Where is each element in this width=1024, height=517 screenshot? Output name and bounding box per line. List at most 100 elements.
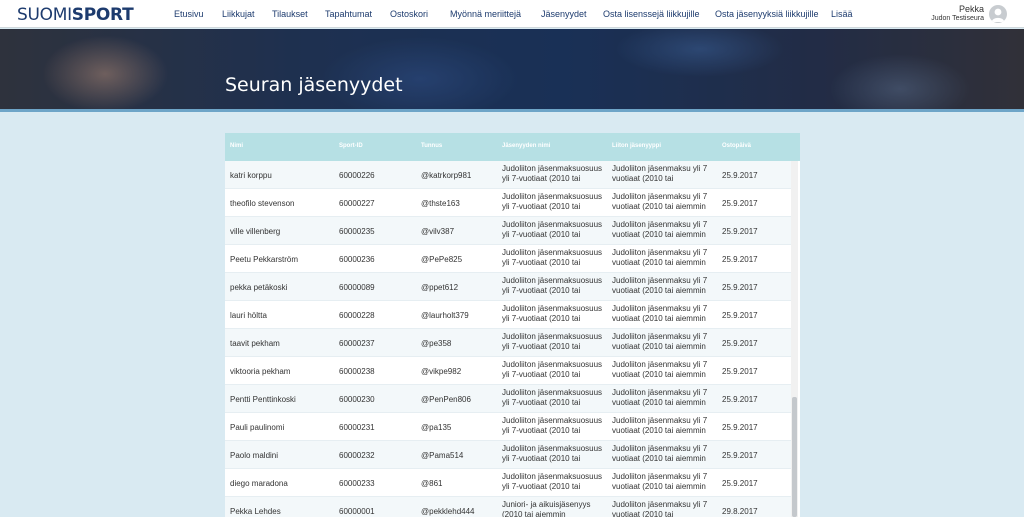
table-cell: Judoliiton jäsenmaksu yli 7 vuotiaat (20… [612,332,708,351]
table-cell: Peetu Pekkarström [230,255,299,264]
table-cell: Pauli paulinomi [230,423,285,432]
table-cell: @vilv387 [421,227,455,236]
table-cell: Judoliiton jäsenmaksuosuus yli 7-vuotiaa… [502,248,603,267]
table-row[interactable]: theofilo stevenson 60000227 @thste163 Judol… [225,189,792,217]
table-cell: Judoliiton jäsenmaksu yli 7 vuotiaat (20… [612,276,708,295]
table-cell: Juniori- ja aikuisjäsenyys (2010 tai aie… [502,500,591,517]
table-row[interactable]: taavit pekham 60000237 @pe358 Judoliiton jä… [225,329,792,357]
nav-item-jäsenyydet[interactable]: Jäsenyydet [541,9,587,19]
table-cell: @thste163 [421,199,460,208]
table-cell: Judoliiton jäsenmaksu yli 7 vuotiaat (20… [612,164,708,183]
hero-divider [0,109,1024,112]
table-row[interactable]: lauri höltta 60000228 @laurholt379 Judoliit… [225,301,792,329]
table-cell: theofilo stevenson [230,199,295,208]
table-cell: 25.9.2017 [722,451,758,460]
table-cell: @katrkorp981 [421,171,472,180]
table-cell: Judoliiton jäsenmaksuosuus yli 7-vuotiaa… [502,220,603,239]
table-cell: Judoliiton jäsenmaksu yli 7 vuotiaat (20… [612,304,708,323]
table-cell: 60000233 [339,479,375,488]
table-cell: Pentti Penttinkoski [230,395,296,404]
table-cell: Judoliiton jäsenmaksu yli 7 vuotiaat (20… [612,500,708,517]
nav-item-tilaukset[interactable]: Tilaukset [272,9,308,19]
table-cell: 60000238 [339,367,375,376]
table-cell: Judoliiton jäsenmaksuosuus yli 7-vuotiaa… [502,388,603,407]
table-cell: @laurholt379 [421,311,469,320]
table-cell: 60000089 [339,283,375,292]
column-header-4[interactable]: Liiton jäsenyyppi [612,143,661,149]
table-row[interactable]: pekka petäkoski 60000089 @ppet612 Judoliito… [225,273,792,301]
memberships-table: Nimi Sport-ID Tunnus Jäsenyyden nimi Liiton … [225,133,800,517]
table-cell: ville villenberg [230,227,281,236]
table-cell: @Pama514 [421,451,464,460]
nav-item-etusivu[interactable]: Etusivu [174,9,204,19]
table-row[interactable]: Pauli paulinomi 60000231 @pa135 Judoliiton … [225,413,792,441]
table-row[interactable]: Paolo maldini 60000232 @Pama514 Judoliiton … [225,441,792,469]
table-row[interactable]: ville villenberg 60000235 @vilv387 Judoliit… [225,217,792,245]
table-cell: 25.9.2017 [722,199,758,208]
table-cell: 60000237 [339,339,375,348]
nav-item-osta-jäsenyyksiä-liikkujille[interactable]: Osta jäsenyyksiä liikkujille [715,9,819,19]
table-cell: @PenPen806 [421,395,471,404]
column-header-0[interactable]: Nimi [230,143,243,149]
table-cell: taavit pekham [230,339,280,348]
table-row[interactable]: Pentti Penttinkoski 60000230 @PenPen806 Jud… [225,385,792,413]
logo-text-suomi: SUOMI [17,5,72,25]
table-cell: Judoliiton jäsenmaksu yli 7 vuotiaat (20… [612,472,708,491]
table-cell: diego maradona [230,479,288,488]
table-cell: 25.9.2017 [722,395,758,404]
table-cell: 60000230 [339,395,375,404]
table-cell: Judoliiton jäsenmaksu yli 7 vuotiaat (20… [612,192,708,211]
suomisport-logo[interactable]: SUOMISPORT [17,5,134,25]
column-header-2[interactable]: Tunnus [421,143,442,149]
table-cell: Pekka Lehdes [230,507,281,516]
avatar[interactable] [989,5,1007,23]
column-header-5[interactable]: Ostopäivä [722,143,751,149]
table-cell: 60000001 [339,507,375,516]
table-cell: 60000232 [339,451,375,460]
nav-item-myönnä-meriittejä[interactable]: Myönnä meriittejä [450,9,521,19]
table-cell: Judoliiton jäsenmaksu yli 7 vuotiaat (20… [612,416,708,435]
nav-item-liikkujat[interactable]: Liikkujat [222,9,255,19]
scrollbar-thumb[interactable] [792,397,797,517]
column-header-3[interactable]: Jäsenyyden nimi [502,143,550,149]
table-cell: @PePe825 [421,255,463,264]
table-cell: 60000226 [339,171,375,180]
table-cell: Judoliiton jäsenmaksu yli 7 vuotiaat (20… [612,388,708,407]
table-cell: 25.9.2017 [722,423,758,432]
table-cell: Judoliiton jäsenmaksuosuus yli 7-vuotiaa… [502,164,603,183]
table-cell: Judoliiton jäsenmaksu yli 7 vuotiaat (20… [612,220,708,239]
nav-item-ostoskori[interactable]: Ostoskori [390,9,428,19]
table-cell: 25.9.2017 [722,255,758,264]
table-row[interactable]: diego maradona 60000233 @861 Judoliiton jäs… [225,469,792,497]
table-cell: 29.8.2017 [722,507,758,516]
table-cell: 25.9.2017 [722,283,758,292]
table-row[interactable]: viktooria pekham 60000238 @vikpe982 Judolii… [225,357,792,385]
table-cell: 60000231 [339,423,375,432]
nav-item-tapahtumat[interactable]: Tapahtumat [325,9,372,19]
table-cell: 60000235 [339,227,375,236]
table-cell: Judoliiton jäsenmaksuosuus yli 7-vuotiaa… [502,304,603,323]
user-name: Pekka [958,4,984,14]
table-cell: Judoliiton jäsenmaksu yli 7 vuotiaat (20… [612,248,708,267]
column-header-1[interactable]: Sport-ID [339,143,363,149]
table-cell: @vikpe982 [421,367,462,376]
table-cell: 25.9.2017 [722,339,758,348]
nav-item-osta-lisenssejä-liikkujille[interactable]: Osta lisenssejä liikkujille [603,9,700,19]
table-cell: pekka petäkoski [230,283,288,292]
table-cell: Judoliiton jäsenmaksuosuus yli 7-vuotiaa… [502,276,603,295]
table-cell: 60000228 [339,311,375,320]
user-info[interactable]: Pekka Judon Testiseura [931,4,984,24]
table-cell: Paolo maldini [230,451,279,460]
table-cell: 25.9.2017 [722,227,758,236]
table-cell: 60000236 [339,255,375,264]
table-row[interactable]: Pekka Lehdes 60000001 @pekklehd444 Juniori-… [225,497,792,517]
table-cell: 25.9.2017 [722,311,758,320]
top-navbar: SUOMISPORT Etusivu Liikkujat Tilaukset Tapa… [0,0,1024,28]
logo-text-sport: SPORT [71,5,134,25]
table-cell: Judoliiton jäsenmaksuosuus yli 7-vuotiaa… [502,192,603,211]
page-title: Seuran jäsenyydet [225,74,403,96]
table-cell: katri korppu [230,171,272,180]
table-row[interactable]: Peetu Pekkarström 60000236 @PePe825 Judolii… [225,245,792,273]
table-row[interactable]: katri korppu 60000226 @katrkorp981 Judoliit… [225,161,792,189]
nav-item-lisää[interactable]: Lisää [831,9,853,19]
